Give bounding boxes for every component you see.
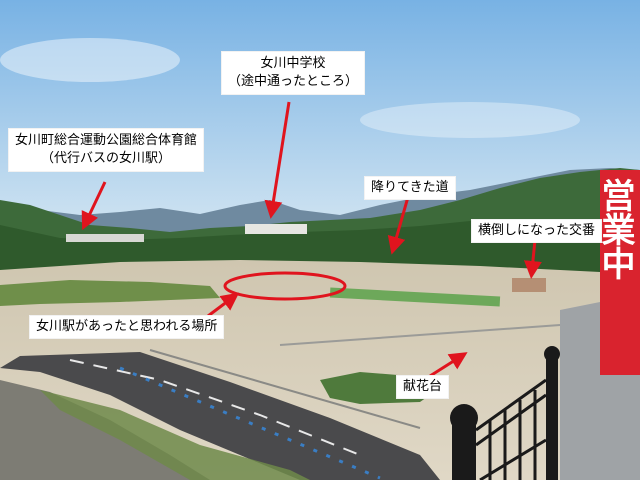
koban-building (512, 278, 546, 292)
label-school-line1: 女川中学校 (260, 56, 326, 71)
label-gym-line1: 女川町総合運動公園総合体育館 (15, 133, 198, 148)
gym-building (66, 234, 144, 242)
school-building (245, 224, 307, 234)
label-sports-park-gym: 女川町総合運動公園総合体育館 （代行バスの女川駅） (8, 128, 205, 172)
cloud (360, 102, 580, 138)
railing-post-cap (544, 346, 560, 362)
cloud (0, 38, 180, 82)
label-station-site: 女川駅があったと思われる場所 (29, 315, 225, 339)
label-flower-altar: 献花台 (396, 375, 450, 399)
railing-post (546, 352, 558, 480)
label-descended-road: 降りてきた道 (364, 176, 456, 200)
label-school-line2: （途中通ったところ） (228, 74, 359, 89)
banner-text: 営業中 (595, 178, 635, 280)
label-toppled-koban: 横倒しになった交番 (471, 219, 603, 243)
label-onagawa-junior-high: 女川中学校 （途中通ったところ） (221, 51, 366, 95)
railing-post-cap (450, 404, 478, 432)
label-gym-line2: （代行バスの女川駅） (41, 151, 172, 166)
